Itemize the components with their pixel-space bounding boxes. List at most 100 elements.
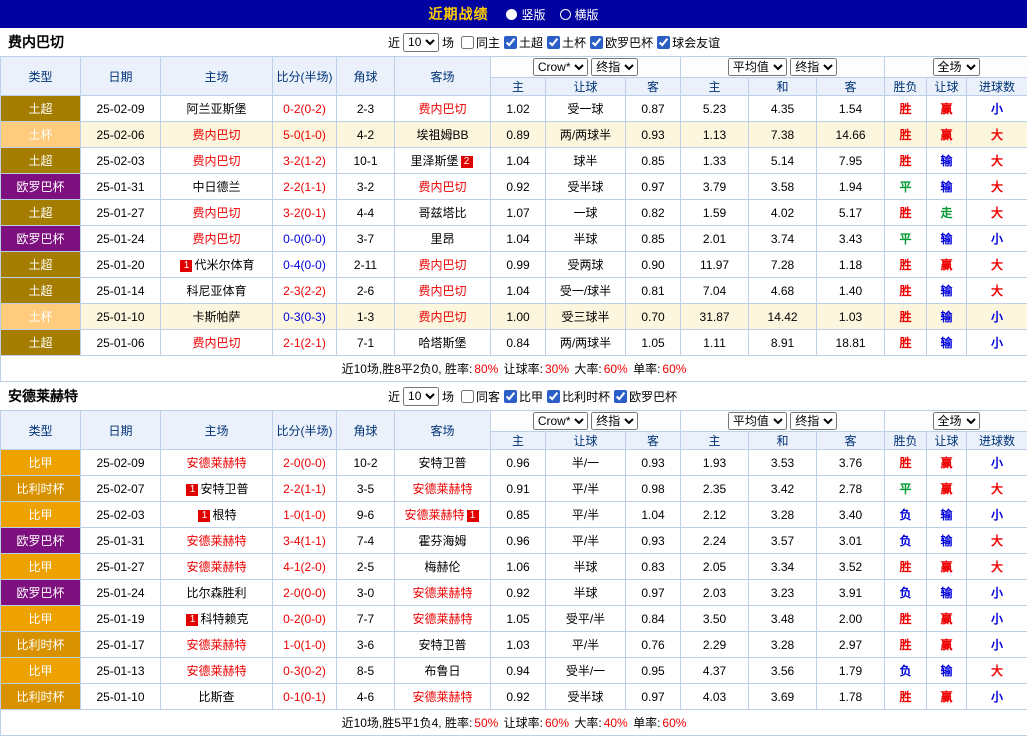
checkbox-input[interactable] <box>614 390 627 403</box>
layout-option[interactable]: 横版 <box>560 6 599 23</box>
team-name[interactable]: 安德莱赫特 <box>186 560 246 574</box>
league-type[interactable]: 比利时杯 <box>1 476 81 502</box>
score[interactable]: 2-3(2-2) <box>273 278 337 304</box>
checkbox-input[interactable] <box>657 36 670 49</box>
filter-checkbox-比甲[interactable]: 比甲 <box>504 388 543 405</box>
score[interactable]: 3-4(1-1) <box>273 528 337 554</box>
league-type[interactable]: 土超 <box>1 278 81 304</box>
team-name[interactable]: 安德莱赫特 <box>186 534 246 548</box>
league-type[interactable]: 比甲 <box>1 502 81 528</box>
score[interactable]: 0-1(0-1) <box>273 684 337 710</box>
team-name[interactable]: 安特卫普 <box>200 482 248 496</box>
score[interactable]: 0-4(0-0) <box>273 252 337 278</box>
team-name[interactable]: 安德莱赫特 <box>412 482 472 496</box>
scope-select[interactable]: 全场 <box>933 58 980 76</box>
score[interactable]: 4-1(2-0) <box>273 554 337 580</box>
score[interactable]: 2-0(0-0) <box>273 450 337 476</box>
league-type[interactable]: 比甲 <box>1 450 81 476</box>
average-select[interactable]: 平均值 <box>728 58 787 76</box>
league-type[interactable]: 比甲 <box>1 554 81 580</box>
checkbox-input[interactable] <box>504 390 517 403</box>
league-type[interactable]: 土超 <box>1 148 81 174</box>
league-type[interactable]: 土杯 <box>1 304 81 330</box>
score[interactable]: 2-0(0-0) <box>273 580 337 606</box>
team-name[interactable]: 比尔森胜利 <box>186 586 246 600</box>
team-name[interactable]: 霍芬海姆 <box>418 534 466 548</box>
team-name[interactable]: 代米尔体育 <box>194 258 254 272</box>
score[interactable]: 5-0(1-0) <box>273 122 337 148</box>
team-name[interactable]: 费内巴切 <box>418 102 466 116</box>
checkbox-input[interactable] <box>590 36 603 49</box>
team-name[interactable]: 安德莱赫特 <box>412 586 472 600</box>
odds-kind-select[interactable]: 终指 <box>591 412 638 430</box>
team-name[interactable]: 费内巴切 <box>192 336 240 350</box>
filter-checkbox-球会友谊[interactable]: 球会友谊 <box>657 34 720 51</box>
team-name[interactable]: 梅赫伦 <box>424 560 460 574</box>
checkbox-input[interactable] <box>504 36 517 49</box>
team-name[interactable]: 安德莱赫特 <box>412 612 472 626</box>
filter-checkbox-欧罗巴杯[interactable]: 欧罗巴杯 <box>614 388 677 405</box>
league-type[interactable]: 欧罗巴杯 <box>1 528 81 554</box>
league-type[interactable]: 土超 <box>1 252 81 278</box>
avg-kind-select[interactable]: 终指 <box>790 412 837 430</box>
league-type[interactable]: 比利时杯 <box>1 632 81 658</box>
team-name[interactable]: 费内巴切 <box>192 232 240 246</box>
league-type[interactable]: 土超 <box>1 330 81 356</box>
team-name[interactable]: 里昂 <box>430 232 454 246</box>
checkbox-input[interactable] <box>461 36 474 49</box>
team-name[interactable]: 费内巴切 <box>192 128 240 142</box>
scope-select[interactable]: 全场 <box>933 412 980 430</box>
score[interactable]: 2-2(1-1) <box>273 174 337 200</box>
filter-checkbox-同主[interactable]: 同主 <box>461 34 500 51</box>
league-type[interactable]: 比甲 <box>1 606 81 632</box>
team-name[interactable]: 中日德兰 <box>192 180 240 194</box>
team-name[interactable]: 安德莱赫特 <box>186 664 246 678</box>
bookmaker-select[interactable]: Crow* <box>533 58 588 76</box>
team-name[interactable]: 里泽斯堡 <box>410 154 458 168</box>
filter-checkbox-欧罗巴杯[interactable]: 欧罗巴杯 <box>590 34 653 51</box>
score[interactable]: 0-3(0-2) <box>273 658 337 684</box>
team-name[interactable]: 费内巴切 <box>418 180 466 194</box>
score[interactable]: 2-1(2-1) <box>273 330 337 356</box>
team-name[interactable]: 费内巴切 <box>418 258 466 272</box>
recent-count-select[interactable]: 10 <box>403 387 439 406</box>
team-name[interactable]: 费内巴切 <box>192 154 240 168</box>
score[interactable]: 0-3(0-3) <box>273 304 337 330</box>
team-name[interactable]: 卡斯帕萨 <box>192 310 240 324</box>
league-type[interactable]: 欧罗巴杯 <box>1 226 81 252</box>
recent-count-select[interactable]: 10 <box>403 33 439 52</box>
league-type[interactable]: 土杯 <box>1 122 81 148</box>
team-name[interactable]: 科尼亚体育 <box>186 284 246 298</box>
checkbox-input[interactable] <box>547 36 560 49</box>
average-select[interactable]: 平均值 <box>728 412 787 430</box>
score[interactable]: 3-2(0-1) <box>273 200 337 226</box>
team-name[interactable]: 布鲁日 <box>424 664 460 678</box>
checkbox-input[interactable] <box>547 390 560 403</box>
team-name[interactable]: 阿兰亚斯堡 <box>186 102 246 116</box>
score[interactable]: 1-0(1-0) <box>273 632 337 658</box>
team-name[interactable]: 哥兹塔比 <box>418 206 466 220</box>
bookmaker-select[interactable]: Crow* <box>533 412 588 430</box>
team-name[interactable]: 费内巴切 <box>192 206 240 220</box>
league-type[interactable]: 土超 <box>1 200 81 226</box>
team-name[interactable]: 安特卫普 <box>418 456 466 470</box>
checkbox-input[interactable] <box>461 390 474 403</box>
team-name[interactable]: 安德莱赫特 <box>404 508 464 522</box>
score[interactable]: 0-0(0-0) <box>273 226 337 252</box>
league-type[interactable]: 比甲 <box>1 658 81 684</box>
score[interactable]: 0-2(0-0) <box>273 606 337 632</box>
score[interactable]: 2-2(1-1) <box>273 476 337 502</box>
team-name[interactable]: 安德莱赫特 <box>412 690 472 704</box>
league-type[interactable]: 土超 <box>1 96 81 122</box>
team-name[interactable]: 比斯查 <box>198 690 234 704</box>
team-name[interactable]: 安特卫普 <box>418 638 466 652</box>
team-name[interactable]: 哈塔斯堡 <box>418 336 466 350</box>
filter-checkbox-土杯[interactable]: 土杯 <box>547 34 586 51</box>
odds-kind-select[interactable]: 终指 <box>591 58 638 76</box>
team-name[interactable]: 费内巴切 <box>418 284 466 298</box>
avg-kind-select[interactable]: 终指 <box>790 58 837 76</box>
score[interactable]: 3-2(1-2) <box>273 148 337 174</box>
team-name[interactable]: 费内巴切 <box>418 310 466 324</box>
league-type[interactable]: 欧罗巴杯 <box>1 174 81 200</box>
filter-checkbox-土超[interactable]: 土超 <box>504 34 543 51</box>
